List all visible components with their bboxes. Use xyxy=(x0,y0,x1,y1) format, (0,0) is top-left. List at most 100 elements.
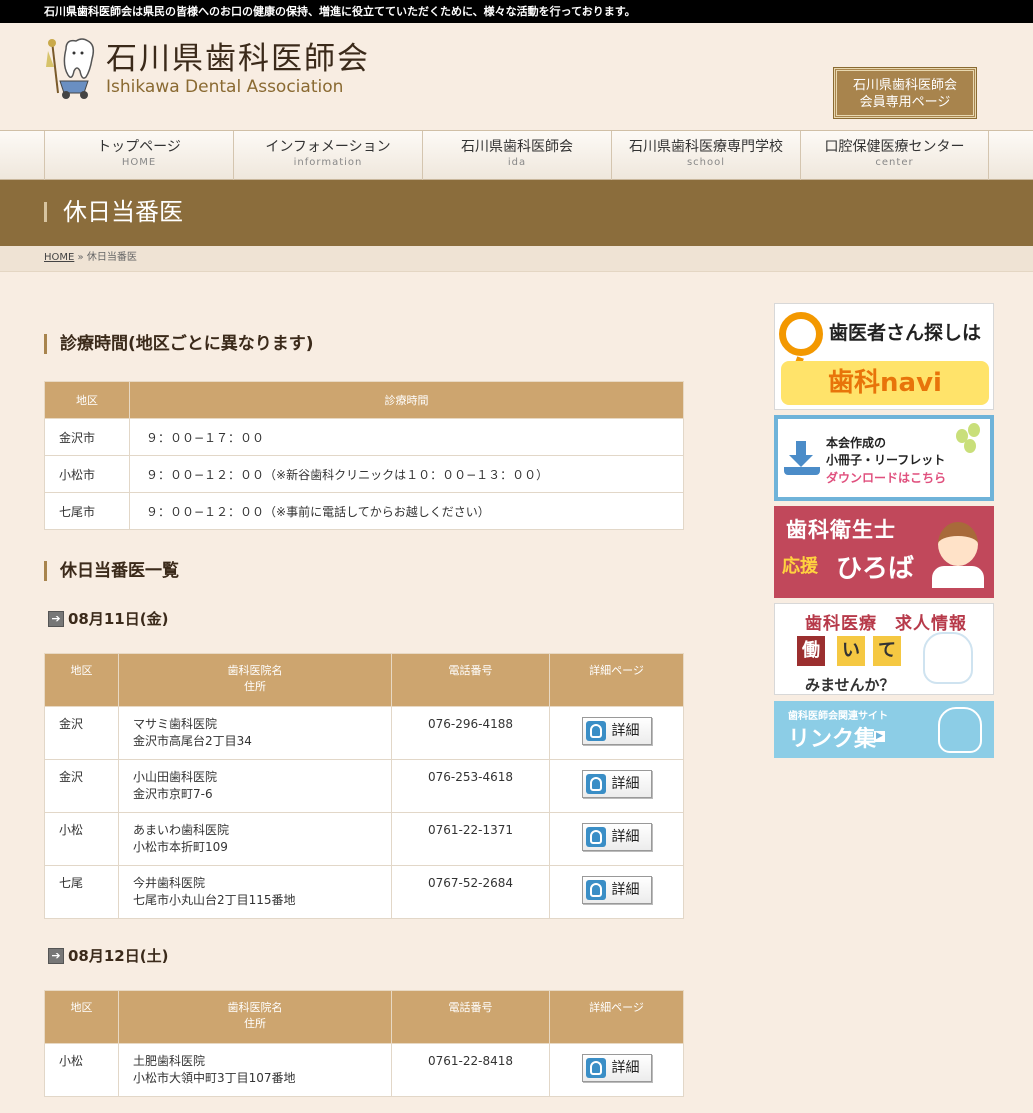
detail-label: 詳細 xyxy=(611,881,640,898)
hygienist-banner-line1: 歯科衛生士 xyxy=(786,518,896,542)
leaflet-banner-line1: 本会作成の xyxy=(826,436,887,450)
tooth-icon xyxy=(585,774,606,794)
hours-area: 金沢市 xyxy=(44,418,130,456)
title-accent-bar xyxy=(44,202,47,222)
tooth-icon xyxy=(585,721,606,741)
magnifier-icon xyxy=(779,312,823,356)
logo-title-en: Ishikawa Dental Association xyxy=(106,77,344,97)
duty-header-clinic: 歯科医院名 住所 xyxy=(118,653,392,707)
nav-item-ida[interactable]: 石川県歯科医師会 ida xyxy=(422,131,611,180)
breadcrumb-home-link[interactable]: HOME xyxy=(44,252,74,263)
tooth-character-icon xyxy=(923,632,973,684)
detail-button[interactable]: 詳細 xyxy=(581,770,652,798)
nav-item-school[interactable]: 石川県歯科医療専門学校 school xyxy=(611,131,800,180)
hours-header-area: 地区 xyxy=(44,381,130,419)
duty-clinic: 今井歯科医院 七尾市小丸山台2丁目115番地 xyxy=(118,865,392,919)
duty-tel: 0767-52-2684 xyxy=(391,865,550,919)
duty-tel: 0761-22-8418 xyxy=(391,1043,550,1097)
tooth-icon xyxy=(585,827,606,847)
table-row: 金沢 小山田歯科医院 金沢市京町7-6 076-253-4618 詳細 xyxy=(44,759,684,813)
duty-header-area: 地区 xyxy=(44,990,119,1044)
hygienist-support-banner[interactable]: 歯科衛生士 応援 ひろば xyxy=(774,506,994,598)
clinic-address: 小松市大領中町3丁目107番地 xyxy=(133,1071,296,1085)
leaflet-download-banner[interactable]: 本会作成の 小冊子・リーフレット ダウンロードはこちら xyxy=(774,415,994,501)
date-label: 08月12日(土) xyxy=(68,947,169,965)
breadcrumb-current: 休日当番医 xyxy=(86,252,137,263)
table-row: 小松 土肥歯科医院 小松市大領中町3丁目107番地 0761-22-8418 詳細 xyxy=(44,1043,684,1097)
table-row: 小松市 ９：００−１２：００（※新谷歯科クリニックは１０：００−１３：００） xyxy=(44,455,684,493)
tooth-outline-icon xyxy=(938,707,982,753)
sidebar: 歯医者さん探しは 歯科navi 本会作成の 小冊子・リーフレット ダウンロードは… xyxy=(774,303,994,758)
member-page-button[interactable]: 石川県歯科医師会 会員専用ページ xyxy=(834,68,976,118)
header-clinic-name: 歯科医院名 xyxy=(227,664,283,677)
nav-label: 口腔保健医療センター xyxy=(824,139,965,155)
global-navigation: トップページ HOME インフォメーション information 石川県歯科医… xyxy=(0,130,1033,180)
clinic-address: 七尾市小丸山台2丁目115番地 xyxy=(133,893,296,907)
detail-label: 詳細 xyxy=(611,1059,640,1076)
hours-area: 七尾市 xyxy=(44,492,130,530)
hours-table: 地区 診療時間 金沢市 ９：００−１７：００ 小松市 ９：００−１２：００（※新… xyxy=(44,381,684,530)
duty-header-detail: 詳細ページ xyxy=(549,653,684,707)
detail-label: 詳細 xyxy=(611,775,640,792)
nav-label: 石川県歯科医師会 xyxy=(461,139,573,155)
nav-label: 石川県歯科医療専門学校 xyxy=(629,139,783,155)
duty-list-heading: 休日当番医一覧 xyxy=(44,559,684,583)
detail-button[interactable]: 詳細 xyxy=(581,717,652,745)
date-heading: ➔ 08月12日(土) xyxy=(44,946,684,966)
main-content: 診療時間(地区ごとに異なります) 地区 診療時間 金沢市 ９：００−１７：００ … xyxy=(44,272,684,1097)
nav-sublabel: center xyxy=(875,157,914,168)
jobs-banner-line1: 歯科医療 求人情報 xyxy=(805,614,967,634)
leaflet-banner-line2: 小冊子・リーフレット xyxy=(826,453,946,467)
nav-sublabel: school xyxy=(686,157,726,168)
navi-banner-line1: 歯医者さん探しは xyxy=(829,322,982,344)
tooth-icon xyxy=(585,1058,606,1078)
nav-item-information[interactable]: インフォメーション information xyxy=(233,131,422,180)
navi-banner-line2: 歯科navi xyxy=(781,361,989,405)
duty-tel: 076-296-4188 xyxy=(391,706,550,760)
link-collection-banner[interactable]: 歯科医師会関連サイト リンク集 ▶ xyxy=(774,701,994,758)
duty-area: 七尾 xyxy=(44,865,119,919)
hours-time: ９：００−１２：００（※事前に電話してからお越しください） xyxy=(129,492,684,530)
hours-header-time: 診療時間 xyxy=(129,381,684,419)
detail-button[interactable]: 詳細 xyxy=(581,823,652,851)
logo-title-ja: 石川県歯科医師会 xyxy=(106,41,370,77)
detail-button[interactable]: 詳細 xyxy=(581,876,652,904)
member-button-line2: 会員専用ページ xyxy=(859,95,951,110)
nav-item-home[interactable]: トップページ HOME xyxy=(44,131,233,180)
dental-navi-banner[interactable]: 歯医者さん探しは 歯科navi xyxy=(774,303,994,410)
duty-table: 地区 歯科医院名 住所 電話番号 詳細ページ 小松 土肥歯科医院 小松市大領中町3丁… xyxy=(44,990,684,1097)
tooth-mascot-icon xyxy=(44,37,100,101)
table-row: 金沢 マサミ歯科医院 金沢市高尾台2丁目34 076-296-4188 詳細 xyxy=(44,706,684,760)
jobs-banner-line2: みませんか？ xyxy=(805,676,895,694)
duty-header-clinic: 歯科医院名 住所 xyxy=(118,990,392,1044)
links-banner-line1: 歯科医師会関連サイト xyxy=(788,711,888,722)
duty-header-tel: 電話番号 xyxy=(391,653,550,707)
duty-tel: 076-253-4618 xyxy=(391,759,550,813)
hours-area: 小松市 xyxy=(44,455,130,493)
balloons-icon xyxy=(954,423,982,473)
nav-sublabel: ida xyxy=(507,157,527,168)
leaflet-banner-line3: ダウンロードはこちら xyxy=(826,471,947,485)
nav-sublabel: HOME xyxy=(121,157,157,168)
clinic-address: 金沢市京町7-6 xyxy=(133,787,213,801)
top-announcement-bar: 石川県歯科医師会は県民の皆様へのお口の健康の保持、増進に役立てていただくために、… xyxy=(0,0,1033,23)
duty-clinic: 小山田歯科医院 金沢市京町7-6 xyxy=(118,759,392,813)
site-logo[interactable]: 石川県歯科医師会 Ishikawa Dental Association xyxy=(44,37,370,101)
member-button-line1: 石川県歯科医師会 xyxy=(852,78,957,93)
arrow-right-icon: ▶ xyxy=(874,731,885,742)
detail-label: 詳細 xyxy=(611,722,640,739)
hours-time: ９：００−１７：００ xyxy=(129,418,684,456)
duty-area: 小松 xyxy=(44,812,119,866)
detail-button[interactable]: 詳細 xyxy=(581,1054,652,1082)
nav-item-center[interactable]: 口腔保健医療センター center xyxy=(800,131,989,180)
clinic-name: あまいわ歯科医院 xyxy=(133,823,230,837)
header-address: 住所 xyxy=(244,680,266,693)
duty-table: 地区 歯科医院名住所 電話番号 詳細ページ 金沢 マサミ歯科医院 金沢市高尾台2丁… xyxy=(44,653,684,919)
job-info-banner[interactable]: 歯科医療 求人情報 働 い て みませんか？ xyxy=(774,603,994,695)
duty-header-area: 地区 xyxy=(44,653,119,707)
hygienist-illustration-icon xyxy=(932,516,984,588)
clinic-address: 金沢市高尾台2丁目34 xyxy=(133,734,252,748)
table-row: 七尾市 ９：００−１２：００（※事前に電話してからお越しください） xyxy=(44,492,684,530)
arrow-right-icon: ➔ xyxy=(48,611,64,627)
jobs-banner-char2: い xyxy=(837,636,865,666)
